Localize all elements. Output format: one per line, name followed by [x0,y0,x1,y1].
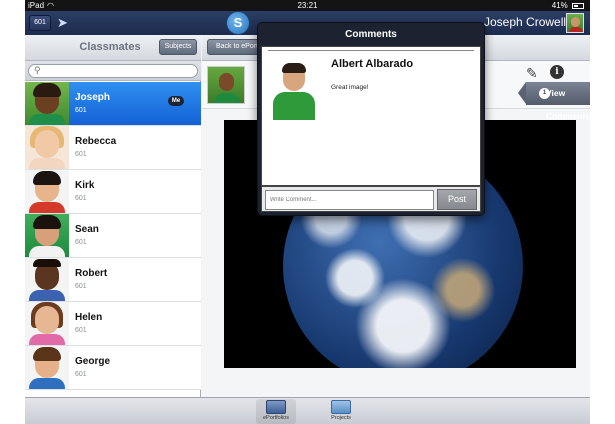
list-item-sean[interactable]: Sean 601 [25,214,201,258]
student-name: Helen [75,312,103,323]
commenter-avatar [269,59,319,121]
list-item-helen[interactable]: Helen 601 [25,302,201,346]
status-bar: iPad ◠ 23:21 41% [25,0,590,11]
student-name: George [75,356,111,367]
tab-projects[interactable]: Projects [321,399,361,424]
view-comments-label: View Comments [546,88,590,121]
student-name: Joseph [75,92,111,103]
comment-input[interactable] [265,190,434,210]
battery-indicator: 41% [552,1,584,10]
student-class: 601 [75,151,87,158]
class-button[interactable]: 601 [29,15,51,31]
pencil-icon[interactable]: ✎ [526,65,538,82]
avatar [25,126,69,169]
student-name: Robert [75,268,108,279]
student-name: Rebecca [75,136,117,147]
comment-compose: Post [261,186,481,212]
search-icon: ⚲ [34,65,41,75]
user-name[interactable]: Joseph Crowell [484,15,566,29]
avatar [25,170,69,213]
comment-author: Albert Albarado [331,58,414,70]
app-logo-icon[interactable]: S [226,11,250,35]
avatar [25,346,69,389]
student-class: 601 [75,107,87,114]
arrow-left-icon [518,82,526,104]
tab-label: ePortfolios [263,415,289,421]
battery-icon [572,2,584,9]
search-input[interactable]: ⚲ [28,64,198,78]
me-badge: Me [168,96,184,106]
battery-percent: 41% [551,1,568,10]
send-icon[interactable]: ➤ [57,15,73,31]
info-icon[interactable]: i [550,65,564,79]
student-name: Sean [75,224,99,235]
post-button[interactable]: Post [437,189,477,210]
popover-title: Comments [345,29,397,40]
student-class: 601 [75,195,87,202]
comment-text: Great image! [331,84,369,91]
comments-list: Albert Albarado Great image! [261,46,481,186]
sidebar-header: Classmates Subjects [25,35,201,61]
student-class: 601 [75,327,87,334]
avatar [25,214,69,257]
list-item-rebecca[interactable]: Rebecca 601 [25,126,201,170]
student-class: 601 [75,283,87,290]
avatar [25,302,69,345]
clock: 23:21 [297,1,318,10]
student-class: 601 [75,371,87,378]
avatar [25,258,69,301]
view-comments-button[interactable]: 1 View Comments [518,82,590,121]
tab-label: Projects [331,415,351,421]
screenshot-frame: iPad ◠ 23:21 41% 601 ➤ S Joseph Crowell … [0,0,615,424]
comments-popover: Comments Albert Albarado Great image! Po… [257,22,485,216]
list-item-joseph[interactable]: Joseph 601 Me [25,82,201,126]
list-item-kirk[interactable]: Kirk 601 [25,170,201,214]
eportfolios-icon [266,400,286,414]
search-bar: ⚲ [25,61,201,81]
divider [268,50,474,51]
view-comments-body: 1 View Comments [526,82,590,121]
subjects-button[interactable]: Subjects [159,39,197,55]
classmates-sidebar: Classmates Subjects ⚲ Joseph 601 Me Rebe… [25,35,201,397]
post-author-avatar [207,66,245,104]
student-name: Kirk [75,180,95,191]
comment-count-badge: 1 [539,88,550,99]
avatar [25,82,69,125]
user-avatar[interactable] [566,13,584,33]
list-item-robert[interactable]: Robert 601 [25,258,201,302]
tab-bar: ePortfolios Projects [25,397,590,424]
list-item-george[interactable]: George 601 [25,346,201,390]
projects-icon [331,400,351,414]
student-class: 601 [75,239,87,246]
tab-eportfolios[interactable]: ePortfolios [256,399,296,424]
